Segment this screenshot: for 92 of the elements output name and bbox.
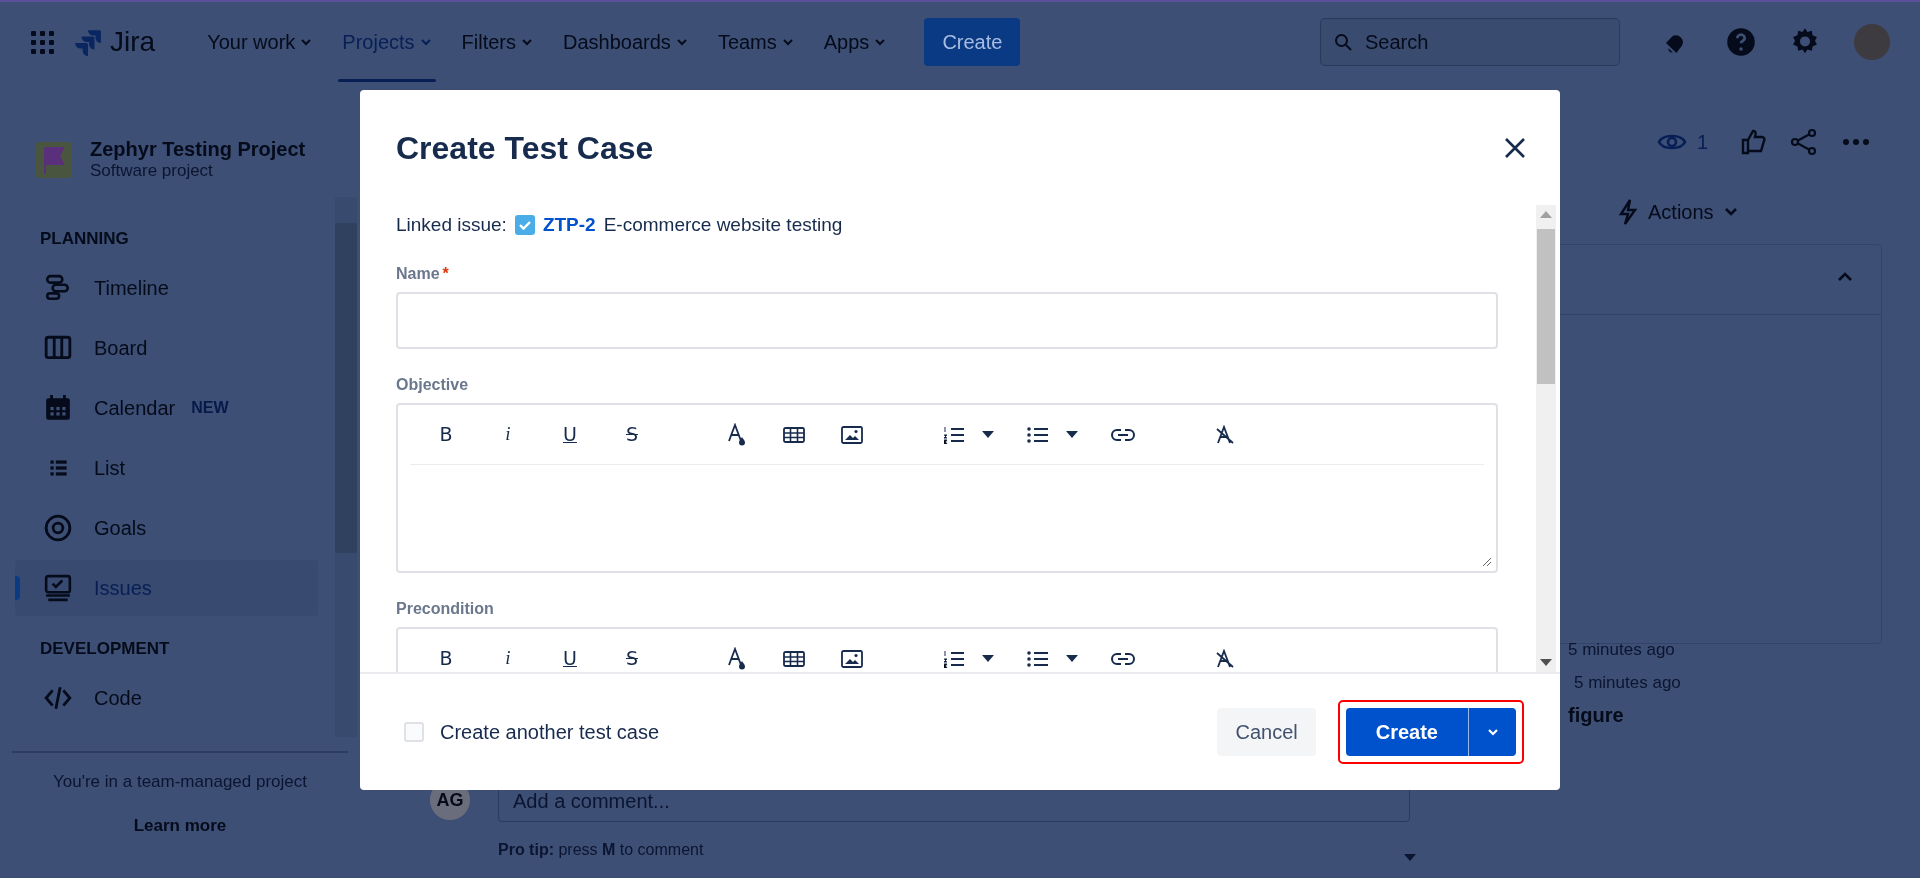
italic-button[interactable]: i (482, 416, 534, 453)
sidebar-item[interactable]: Board (15, 320, 318, 376)
scroll-down-icon (1540, 659, 1552, 666)
text-color-icon (727, 646, 747, 671)
lightning-icon (1618, 199, 1638, 225)
sidebar-item[interactable]: Code (15, 670, 318, 726)
dialog-title: Create Test Case (396, 128, 654, 168)
activity-time: 5 minutes ago (1574, 672, 1681, 694)
required-mark: * (442, 264, 449, 284)
nav-tab[interactable]: Teams (705, 2, 806, 82)
project-name[interactable]: Zephyr Testing Project (90, 138, 306, 160)
thumbs-up-icon[interactable] (1740, 129, 1767, 155)
bold-button[interactable]: B (420, 640, 472, 672)
create-button[interactable]: Create (1345, 708, 1468, 756)
field-label: Name (396, 264, 440, 284)
jira-mark-icon (74, 28, 102, 56)
chevron-down-icon (1723, 207, 1738, 217)
issue-key-link[interactable]: ZTP-2 (542, 210, 596, 240)
scroll-up-icon (1540, 211, 1552, 218)
cancel-button[interactable]: Cancel (1217, 708, 1316, 756)
caret-down-icon (982, 431, 994, 438)
nav-tab[interactable]: Your work (195, 2, 325, 82)
sidebar-item[interactable]: Timeline (15, 260, 318, 316)
table-icon (783, 426, 805, 443)
italic-button[interactable]: i (482, 640, 534, 672)
numbered-list-icon (943, 649, 965, 668)
nav-tab[interactable]: Apps (811, 2, 899, 82)
jira-logo[interactable]: Jira (74, 21, 156, 63)
sidebar-item[interactable]: List (15, 440, 318, 496)
bulleted-list-icon (1027, 650, 1049, 667)
underline-button[interactable]: U (544, 416, 596, 453)
resize-handle-icon[interactable] (1482, 557, 1492, 567)
code-icon (44, 684, 72, 712)
chevron-down-icon (1486, 728, 1499, 736)
field-label: Objective (396, 375, 469, 395)
issue-summary: E-commerce website testing (603, 212, 843, 237)
field-label: Precondition (396, 599, 494, 619)
search-icon (1334, 33, 1352, 51)
underline-button[interactable]: U (544, 640, 596, 672)
create-options-button[interactable] (1468, 708, 1516, 756)
new-label: NEW (191, 398, 229, 418)
strikethrough-button[interactable]: S (606, 416, 658, 453)
activity-time: 5 minutes ago (1568, 639, 1675, 661)
goals-icon (44, 514, 72, 542)
sidebar-item[interactable]: Goals (15, 500, 318, 556)
bulleted-list-icon (1027, 426, 1049, 443)
selection-indicator (15, 576, 20, 600)
clear-formatting-icon (1215, 424, 1235, 445)
linked-issue-label: Linked issue: (396, 212, 507, 237)
chevron-down-icon (521, 36, 534, 48)
create-another-checkbox[interactable]: Create another test case (404, 717, 659, 747)
project-flag-icon (36, 142, 72, 178)
link-icon (1111, 427, 1135, 442)
task-check-icon (514, 215, 535, 235)
timeline-icon (44, 274, 72, 302)
section-heading: figure (1568, 703, 1624, 728)
image-icon (841, 425, 863, 444)
strikethrough-button[interactable]: S (606, 640, 658, 672)
rich-text-editor[interactable]: B i U S (396, 403, 1498, 573)
caret-down-icon (1066, 655, 1078, 662)
bold-button[interactable]: B (420, 416, 472, 453)
image-icon (841, 649, 863, 668)
chevron-down-icon (675, 36, 688, 48)
section-heading: DEVELOPMENT (39, 638, 171, 661)
text-color-icon (727, 422, 747, 447)
table-icon (783, 650, 805, 667)
create-button[interactable]: Create (924, 18, 1021, 66)
clear-formatting-icon (1215, 648, 1235, 669)
pro-tip-text: Pro tip: press M to comment (498, 840, 705, 860)
caret-down-icon (982, 655, 994, 662)
nav-tab[interactable]: Filters (449, 2, 546, 82)
sidebar-item[interactable]: Calendar NEW (15, 380, 318, 436)
issues-icon (44, 574, 72, 602)
dialog-scrollbar[interactable] (1536, 205, 1556, 672)
chevron-down-icon (300, 36, 313, 48)
name-input-field[interactable] (396, 292, 1498, 349)
search-field[interactable]: Search (1320, 18, 1620, 66)
caret-down-icon (1066, 431, 1078, 438)
board-icon (44, 334, 72, 362)
nav-tab[interactable]: Dashboards (551, 2, 700, 82)
close-icon[interactable] (1504, 136, 1526, 159)
section-heading: PLANNING (39, 228, 130, 251)
project-type: Software project (90, 160, 214, 182)
chevron-down-icon (419, 36, 432, 48)
chevron-down-icon (781, 36, 794, 48)
team-managed-note: You're in a team-managed project (53, 771, 307, 793)
actions-button[interactable]: Actions (1610, 192, 1746, 232)
link-icon (1111, 651, 1135, 666)
numbered-list-icon (943, 425, 965, 444)
calendar-icon (44, 394, 72, 422)
learn-more-link[interactable]: Learn more (133, 812, 227, 838)
chevron-down-icon (874, 36, 887, 48)
